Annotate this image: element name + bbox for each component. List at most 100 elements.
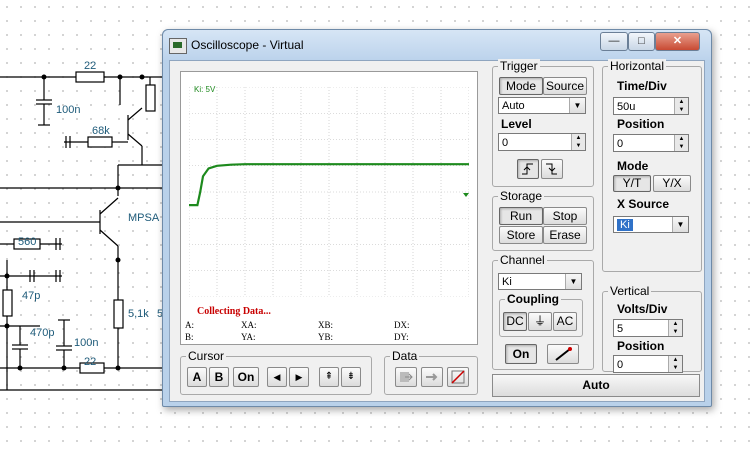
trigger-level-marker-icon: [463, 193, 469, 197]
cursor-left-icon[interactable]: ◀: [267, 367, 287, 387]
x-source-label: X Source: [617, 197, 670, 211]
chevron-down-icon: ▼: [672, 217, 688, 232]
trigger-level-label: Level: [501, 117, 532, 131]
oscilloscope-window: Oscilloscope - Virtual — □ ✕ Ki: 5V Coll…: [162, 29, 712, 407]
storage-erase-button[interactable]: Erase: [543, 226, 587, 244]
cursor-b-button[interactable]: B: [209, 367, 229, 387]
minimize-button[interactable]: —: [600, 32, 628, 51]
coupling-group-title: Coupling: [505, 292, 561, 306]
cursor-right-icon[interactable]: ▶: [289, 367, 309, 387]
storage-group-title: Storage: [498, 189, 545, 203]
falling-edge-icon[interactable]: [541, 159, 563, 179]
vertical-group: Vertical Volts/Div 5 ▲ ▼ Position 0 ▲ ▼: [602, 284, 702, 373]
spin-down-icon[interactable]: ▼: [674, 143, 688, 151]
vertical-position-label: Position: [617, 339, 665, 353]
x-source-select[interactable]: Ki ▼: [613, 216, 689, 233]
channel-on-button[interactable]: On: [505, 344, 537, 364]
cursor-group: Cursor A B On ◀ ▶ ⇞ ⇟: [180, 349, 372, 395]
trigger-group-title: Trigger: [498, 59, 540, 73]
storage-run-button[interactable]: Run: [499, 207, 543, 225]
close-button[interactable]: ✕: [655, 32, 700, 51]
coupling-dc-button[interactable]: DC: [503, 312, 527, 331]
schematic-label: 68k: [92, 125, 110, 137]
volts-div-label: Volts/Div: [617, 302, 668, 316]
horizontal-position-value: 0: [617, 138, 624, 150]
schematic-label: 100n: [74, 337, 99, 349]
schematic-label: 22: [84, 356, 97, 368]
oscilloscope-app-icon: [169, 38, 187, 54]
channel-group: Channel Ki ▼ Coupling DC ⏚ AC On: [492, 253, 594, 370]
readout-dx: DX:: [394, 320, 410, 330]
trigger-source-button[interactable]: Source: [543, 77, 587, 95]
readout-dy: DY:: [394, 332, 409, 342]
spin-down-icon[interactable]: ▼: [571, 142, 585, 150]
data-group-title: Data: [390, 349, 420, 363]
channel-value: Ki: [502, 276, 512, 288]
schematic-label: 100n: [56, 104, 81, 116]
scope-grid: [189, 87, 469, 297]
trigger-level-value: 0: [502, 137, 509, 149]
channel-scale-label: Ki: 5V: [194, 85, 216, 94]
schematic-label: MPSA: [128, 212, 160, 224]
schematic-label: 5,1k: [128, 308, 149, 320]
readout-ya: YA:: [241, 332, 256, 342]
clear-data-icon[interactable]: [447, 367, 469, 387]
data-group: Data: [384, 349, 478, 395]
probe-icon[interactable]: [547, 344, 579, 364]
vertical-position-input[interactable]: 0 ▲ ▼: [613, 355, 683, 373]
cursor-a-button[interactable]: A: [187, 367, 207, 387]
horizontal-position-label: Position: [617, 117, 665, 131]
time-div-label: Time/Div: [617, 79, 667, 93]
trigger-mode-button[interactable]: Mode: [499, 77, 543, 95]
scope-display: Ki: 5V Collecting Data... A: B: XA: YA: …: [180, 71, 478, 345]
channel-select[interactable]: Ki ▼: [498, 273, 582, 290]
title-bar[interactable]: Oscilloscope - Virtual — □ ✕: [163, 30, 711, 60]
oscilloscope-client-area: Ki: 5V Collecting Data... A: B: XA: YA: …: [169, 59, 705, 402]
schematic-label: 560: [18, 236, 37, 248]
cursor-group-title: Cursor: [186, 349, 227, 363]
horizontal-position-input[interactable]: 0 ▲ ▼: [613, 134, 689, 152]
volts-div-input[interactable]: 5 ▲ ▼: [613, 319, 683, 337]
vertical-group-title: Vertical: [608, 284, 652, 298]
spin-down-icon[interactable]: ▼: [668, 364, 682, 372]
cursor-down-icon[interactable]: ⇟: [341, 367, 361, 387]
import-data-icon[interactable]: [395, 367, 417, 387]
vertical-position-value: 0: [617, 359, 624, 371]
storage-stop-button[interactable]: Stop: [543, 207, 587, 225]
spin-down-icon[interactable]: ▼: [668, 328, 682, 336]
window-title: Oscilloscope - Virtual: [191, 38, 304, 52]
chevron-down-icon: ▼: [565, 274, 581, 289]
coupling-ac-button[interactable]: AC: [553, 312, 577, 331]
storage-store-button[interactable]: Store: [499, 226, 543, 244]
schematic-label: 47p: [22, 290, 41, 302]
export-data-icon[interactable]: [421, 367, 443, 387]
trigger-level-input[interactable]: 0 ▲ ▼: [498, 133, 586, 151]
coupling-group: Coupling DC ⏚ AC: [499, 292, 583, 337]
auto-button[interactable]: Auto: [492, 374, 700, 397]
mode-yt-button[interactable]: Y/T: [613, 175, 651, 192]
spin-down-icon[interactable]: ▼: [674, 106, 688, 114]
schematic-label: 470p: [30, 327, 55, 339]
mode-yx-button[interactable]: Y/X: [653, 175, 691, 192]
readout-xa: XA:: [241, 320, 257, 330]
x-source-value: Ki: [617, 219, 633, 231]
readout-xb: XB:: [318, 320, 334, 330]
volts-div-value: 5: [617, 323, 624, 335]
time-div-value: 50u: [617, 101, 636, 113]
readout-yb: YB:: [318, 332, 334, 342]
horizontal-mode-label: Mode: [617, 159, 649, 173]
channel-group-title: Channel: [498, 253, 547, 267]
trigger-mode-select[interactable]: Auto ▼: [498, 97, 586, 114]
cursor-on-button[interactable]: On: [233, 367, 259, 387]
chevron-down-icon: ▼: [569, 98, 585, 113]
trigger-group: Trigger Mode Source Auto ▼ Level 0 ▲ ▼: [492, 59, 594, 187]
coupling-ground-icon[interactable]: ⏚: [528, 312, 552, 331]
maximize-button[interactable]: □: [628, 32, 655, 51]
horizontal-group: Horizontal Time/Div 50u ▲ ▼ Position 0 ▲ ▼…: [602, 59, 702, 272]
readout-a: A:: [185, 320, 194, 330]
cursor-up-icon[interactable]: ⇞: [319, 367, 339, 387]
horizontal-group-title: Horizontal: [608, 59, 667, 73]
rising-edge-icon[interactable]: [517, 159, 539, 179]
trigger-mode-value: Auto: [502, 100, 525, 112]
time-div-input[interactable]: 50u ▲ ▼: [613, 97, 689, 115]
